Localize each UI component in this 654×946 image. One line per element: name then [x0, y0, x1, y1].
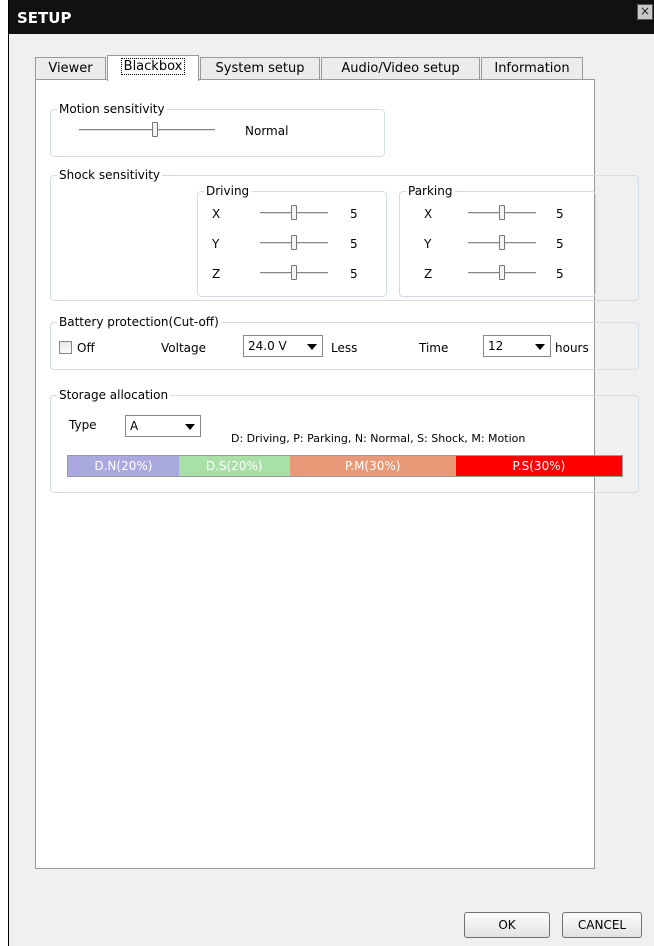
title-bar: SETUP × [9, 0, 654, 34]
motion-sensitivity-group: Motion sensitivity Normal [50, 102, 385, 157]
driving-y-value: 5 [350, 237, 358, 251]
type-label: Type [69, 418, 97, 432]
tab-blackbox[interactable]: Blackbox [107, 55, 199, 81]
driving-title: Driving [204, 184, 252, 198]
time-dropdown[interactable]: 12 [483, 335, 551, 357]
slider-thumb[interactable] [152, 122, 158, 137]
driving-y-label: Y [212, 237, 220, 251]
slider-thumb[interactable] [291, 265, 297, 280]
shock-sensitivity-group: Shock sensitivity Driving X 5 Y 5 Z 5 Pa… [50, 168, 639, 301]
storage-segment-dn: D.N(20%) [68, 456, 179, 476]
time-value: 12 [488, 339, 504, 353]
setup-window: SETUP × Viewer Blackbox System setup Aud… [8, 0, 654, 946]
close-icon[interactable]: × [637, 4, 653, 20]
tab-information-label: Information [494, 61, 570, 76]
parking-title: Parking [406, 184, 455, 198]
slider-thumb[interactable] [499, 235, 505, 250]
off-checkbox[interactable] [59, 341, 72, 354]
driving-z-label: Z [212, 267, 221, 281]
parking-z-label: Z [424, 267, 433, 281]
parking-x-label: X [424, 207, 433, 221]
parking-z-slider[interactable] [468, 263, 536, 283]
tab-information[interactable]: Information [481, 57, 583, 79]
voltage-label: Voltage [161, 341, 207, 355]
driving-z-value: 5 [350, 267, 358, 281]
cancel-button[interactable]: CANCEL [562, 912, 642, 938]
slider-thumb[interactable] [291, 205, 297, 220]
battery-protection-title: Battery protection(Cut-off) [57, 315, 221, 329]
parking-z-value: 5 [556, 267, 564, 281]
tab-audio-video-setup[interactable]: Audio/Video setup [321, 57, 480, 79]
dropdown-arrow-icon [307, 344, 317, 350]
voltage-value: 24.0 V [248, 339, 287, 353]
tab-system-setup[interactable]: System setup [200, 57, 320, 79]
blackbox-panel: Motion sensitivity Normal Shock sensitiv… [35, 79, 639, 869]
slider-thumb[interactable] [499, 205, 505, 220]
off-label: Off [77, 341, 95, 355]
parking-x-value: 5 [556, 207, 564, 221]
parking-group: Parking X 5 Y 5 Z 5 [399, 184, 596, 297]
parking-y-value: 5 [556, 237, 564, 251]
driving-y-slider[interactable] [260, 233, 328, 253]
shock-sensitivity-title: Shock sensitivity [57, 168, 163, 182]
window-title: SETUP [17, 9, 72, 27]
motion-sensitivity-slider[interactable] [79, 120, 215, 140]
dropdown-arrow-icon [185, 424, 195, 430]
parking-x-slider[interactable] [468, 203, 536, 223]
ok-button[interactable]: OK [464, 912, 550, 938]
dropdown-arrow-icon [535, 344, 545, 350]
motion-sensitivity-title: Motion sensitivity [57, 102, 167, 116]
time-label: Time [419, 341, 449, 355]
storage-allocation-group: Storage allocation Type A D: Driving, P:… [50, 388, 639, 493]
tab-audio-video-setup-label: Audio/Video setup [341, 61, 460, 76]
less-label: Less [331, 341, 358, 355]
parking-y-label: Y [424, 237, 432, 251]
battery-protection-group: Battery protection(Cut-off) Off Voltage … [50, 315, 639, 370]
driving-group: Driving X 5 Y 5 Z 5 [197, 184, 387, 297]
type-value: A [130, 419, 139, 433]
storage-segment-ps: P.S(30%) [455, 456, 622, 476]
slider-thumb[interactable] [291, 235, 297, 250]
storage-bar: D.N(20%) D.S(20%) P.M(30%) P.S(30%) [67, 455, 623, 477]
tab-viewer[interactable]: Viewer [35, 57, 106, 79]
storage-legend: D: Driving, P: Parking, N: Normal, S: Sh… [231, 432, 526, 445]
driving-z-slider[interactable] [260, 263, 328, 283]
tab-system-setup-label: System setup [215, 61, 305, 76]
tab-blackbox-label: Blackbox [120, 58, 186, 75]
driving-x-label: X [212, 207, 221, 221]
parking-y-slider[interactable] [468, 233, 536, 253]
driving-x-slider[interactable] [260, 203, 328, 223]
storage-segment-pm: P.M(30%) [289, 456, 456, 476]
slider-thumb[interactable] [499, 265, 505, 280]
hours-label: hours [555, 341, 589, 355]
voltage-dropdown[interactable]: 24.0 V [243, 335, 323, 357]
storage-segment-ds: D.S(20%) [178, 456, 290, 476]
storage-allocation-title: Storage allocation [57, 388, 171, 402]
type-dropdown[interactable]: A [125, 415, 201, 437]
tab-viewer-label: Viewer [48, 61, 93, 76]
driving-x-value: 5 [350, 207, 358, 221]
slider-track [79, 129, 215, 131]
motion-sensitivity-value: Normal [245, 124, 289, 138]
